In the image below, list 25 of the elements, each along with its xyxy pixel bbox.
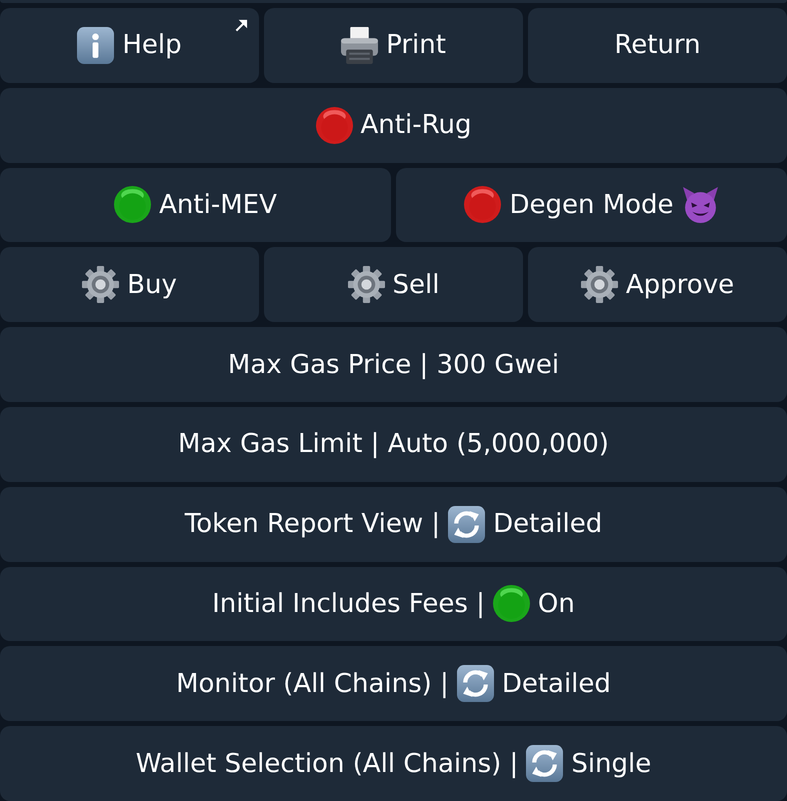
gear-icon xyxy=(348,266,385,304)
keyboard-button[interactable]: Help xyxy=(0,8,259,83)
keyboard-button[interactable]: Anti-MEV xyxy=(0,168,391,242)
keyboard-button[interactable]: Wallet Selection (All Chains) | Single xyxy=(0,726,787,801)
keyboard-button[interactable]: Print xyxy=(264,8,523,83)
keyboard-button[interactable]: Buy xyxy=(0,247,259,322)
keyboard-button[interactable]: Initial Includes Fees | On xyxy=(0,566,787,642)
gear-icon xyxy=(580,266,618,304)
diagonal-arrow-icon xyxy=(235,19,248,32)
info-icon xyxy=(77,26,114,64)
printer-icon xyxy=(341,26,378,64)
keyboard-button[interactable]: Return xyxy=(528,8,787,83)
keyboard-button[interactable]: Anti-Rug xyxy=(0,88,787,163)
keyboard-button[interactable]: Sell xyxy=(264,247,523,322)
keyboard-button[interactable]: Token Report View | Detailed xyxy=(0,486,787,562)
keyboard-button[interactable]: Approve xyxy=(528,247,787,322)
refresh-icon xyxy=(526,745,564,782)
keyboard-button[interactable]: Max Gas Price | 300 Gwei xyxy=(0,327,787,402)
gear-icon xyxy=(82,266,120,304)
refresh-icon xyxy=(448,506,486,543)
keyboard-button[interactable]: Degen Mode xyxy=(396,168,787,242)
devil-face-icon xyxy=(682,186,719,224)
keyboard-button[interactable]: Monitor (All Chains) | Detailed xyxy=(0,646,787,722)
refresh-icon xyxy=(456,665,494,702)
keyboard-button[interactable]: Max Gas Limit | Auto (5,000,000) xyxy=(0,407,787,482)
